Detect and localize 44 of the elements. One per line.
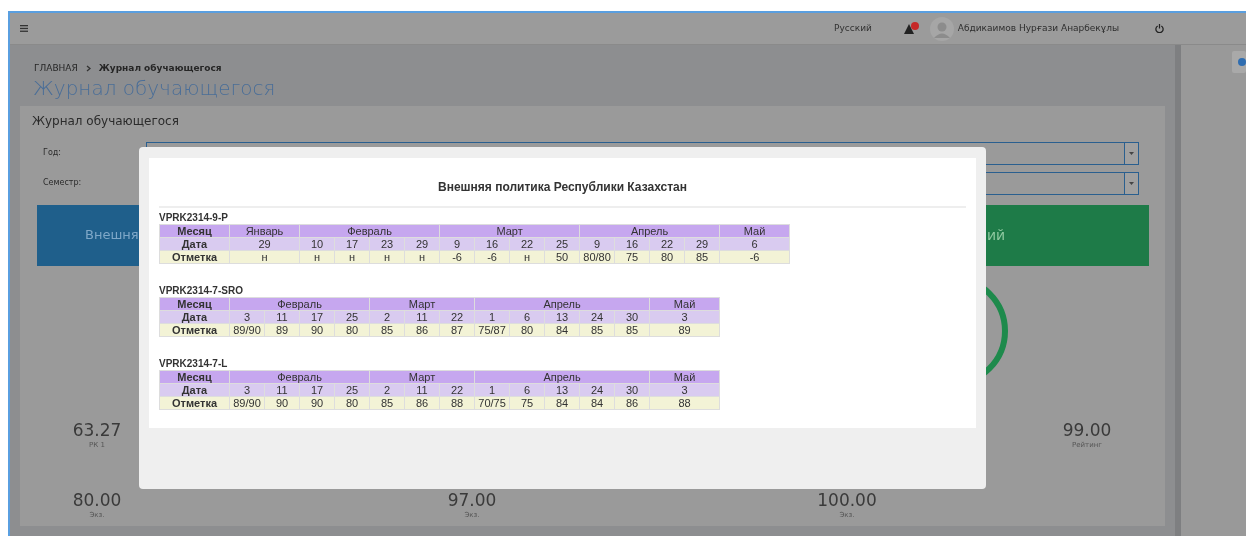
user-name[interactable]: Абдикаимов Нурғази Анарбекұлы	[957, 21, 1119, 36]
month-cell: Январь	[229, 224, 300, 238]
journal-code: VPRK2314-7-L	[159, 357, 229, 370]
breadcrumb-link[interactable]: ГЛАВНАЯ	[34, 62, 78, 76]
alert-icon[interactable]	[903, 22, 920, 35]
caret-icon	[1129, 181, 1134, 185]
date-cell: 11	[264, 310, 300, 324]
journal-code: VPRK2314-7-SRO	[159, 284, 244, 297]
row-header: Месяц	[159, 370, 230, 384]
page-title: Журнал обучающегося	[32, 75, 277, 100]
month-cell: Февраль	[229, 297, 370, 311]
month-cell: Апрель	[579, 224, 720, 238]
stat-value: 63.27	[71, 419, 123, 440]
row-header: Месяц	[159, 297, 230, 311]
stat-value: 100.00	[816, 489, 878, 510]
month-cell: Февраль	[299, 224, 440, 238]
avatar-icon	[929, 16, 954, 41]
stat-value: 80.00	[71, 489, 123, 510]
menu-icon[interactable]	[20, 25, 28, 32]
modal-title: Внешняя политика Республики Казахстан	[159, 172, 966, 208]
stat-value: 97.00	[446, 489, 498, 510]
journal-code: VPRK2314-9-P	[159, 211, 229, 224]
card-title: Внешня	[85, 226, 139, 245]
row-header: Месяц	[159, 224, 230, 238]
month-cell: Март	[369, 370, 475, 384]
month-cell: Апрель	[474, 370, 650, 384]
month-cell: Май	[649, 370, 720, 384]
filter-label: Семестр:	[43, 177, 83, 189]
stat-value: 99.00	[1061, 419, 1113, 440]
month-cell: Март	[369, 297, 475, 311]
caret-icon	[1129, 151, 1134, 155]
power-icon[interactable]	[1155, 24, 1164, 33]
month-cell: Апрель	[474, 297, 650, 311]
filter-label: Год:	[43, 147, 62, 159]
month-cell: Май	[719, 224, 790, 238]
month-cell: Май	[649, 297, 720, 311]
chevron-icon	[85, 65, 91, 73]
panel-title: Журнал обучающегося	[32, 112, 180, 130]
date-cell: 25	[334, 310, 370, 324]
month-cell: Февраль	[229, 370, 370, 384]
month-cell: Март	[439, 224, 580, 238]
breadcrumb-current: Журнал обучающегося	[98, 62, 222, 75]
card-title: ий	[987, 225, 1006, 245]
language-selector[interactable]: Русский	[834, 21, 872, 36]
